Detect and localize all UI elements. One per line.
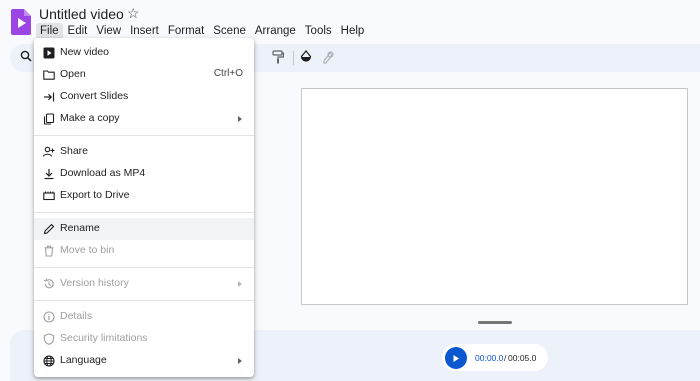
menu-divider: [34, 300, 254, 301]
share-icon: [43, 146, 55, 157]
timeline-resize-handle[interactable]: [478, 321, 512, 324]
menu-scene[interactable]: Scene: [209, 23, 250, 39]
menu-help[interactable]: Help: [337, 23, 369, 39]
submenu-arrow-icon: [238, 281, 242, 287]
new-video-icon: [43, 47, 55, 59]
submenu-arrow-icon: [238, 358, 242, 364]
menu-arrange[interactable]: Arrange: [251, 23, 300, 39]
file-menu: New video Open Ctrl+O Convert Slides Mak…: [34, 38, 254, 377]
menu-item-version-history: Version history: [34, 273, 254, 295]
menu-format[interactable]: Format: [164, 23, 208, 39]
history-icon: [43, 278, 54, 289]
top-bar: Untitled video ☆ File Edit View Insert F…: [0, 0, 700, 42]
pencil-icon: [43, 223, 55, 235]
time-separator: /: [504, 353, 507, 363]
menu-item-security-limitations: Security limitations: [34, 328, 254, 350]
menu-item-export-to-drive[interactable]: Export to Drive: [34, 185, 254, 207]
menu-item-convert-slides[interactable]: Convert Slides: [34, 86, 254, 108]
document-title[interactable]: Untitled video: [39, 6, 124, 22]
current-time: 00:00.0: [475, 353, 504, 363]
video-canvas[interactable]: [301, 88, 688, 305]
menu-item-move-to-bin: Move to bin: [34, 240, 254, 262]
menu-view[interactable]: View: [92, 23, 125, 39]
menu-divider: [34, 267, 254, 268]
toolbar-divider: [293, 51, 294, 65]
paint-format-icon[interactable]: [272, 50, 284, 64]
globe-icon: [43, 355, 55, 367]
menu-item-language[interactable]: Language: [34, 350, 254, 372]
convert-icon: [44, 92, 55, 102]
star-icon[interactable]: ☆: [127, 5, 140, 22]
play-button[interactable]: [445, 347, 467, 369]
shield-icon: [43, 333, 55, 345]
drive-export-icon: [43, 191, 55, 201]
menu-item-share[interactable]: Share: [34, 141, 254, 163]
trash-icon: [44, 245, 54, 257]
menu-item-download-mp4[interactable]: Download as MP4: [34, 163, 254, 185]
menu-edit[interactable]: Edit: [64, 23, 92, 39]
fill-color-icon[interactable]: [300, 50, 312, 64]
menu-tools[interactable]: Tools: [301, 23, 336, 39]
info-icon: [43, 311, 55, 323]
download-icon: [44, 169, 54, 180]
menu-insert[interactable]: Insert: [126, 23, 163, 39]
app-logo-icon[interactable]: [11, 9, 31, 35]
menu-item-details: Details: [34, 306, 254, 328]
menu-item-open[interactable]: Open Ctrl+O: [34, 64, 254, 86]
menu-item-make-a-copy[interactable]: Make a copy: [34, 108, 254, 130]
menu-divider: [34, 135, 254, 136]
folder-icon: [43, 70, 55, 80]
menu-divider: [34, 212, 254, 213]
shortcut-open: Ctrl+O: [213, 68, 243, 79]
border-color-icon[interactable]: [322, 50, 334, 64]
total-duration: 00:05.0: [508, 353, 537, 363]
play-icon: [453, 354, 459, 362]
copy-icon: [43, 113, 55, 125]
menu-item-new-video[interactable]: New video: [34, 42, 254, 64]
menu-bar: File Edit View Insert Format Scene Arran…: [36, 23, 369, 39]
menu-file[interactable]: File: [36, 23, 63, 39]
submenu-arrow-icon: [238, 116, 242, 122]
menu-item-rename[interactable]: Rename: [34, 218, 254, 240]
search-icon[interactable]: [20, 50, 32, 62]
